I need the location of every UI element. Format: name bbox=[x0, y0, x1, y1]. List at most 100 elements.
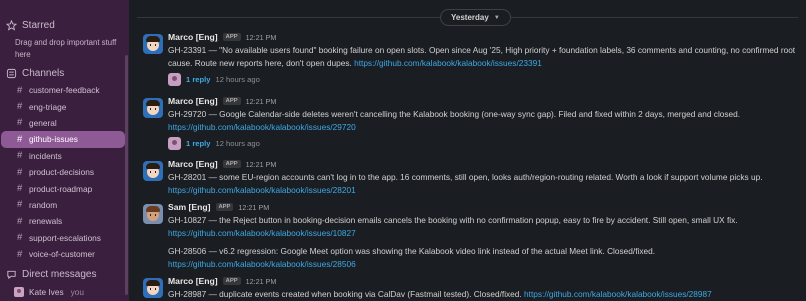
message-header: Marco [Eng] APP 12:21 PM bbox=[168, 276, 276, 286]
channel-name: customer-feedback bbox=[29, 85, 100, 96]
sidebar-item-voice-of-customer[interactable]: # voice-of-customer bbox=[1, 246, 125, 262]
last-reply-time: 12 hours ago bbox=[215, 139, 260, 148]
channel-hash-icon: # bbox=[17, 183, 23, 195]
last-reply-time: 12 hours ago bbox=[215, 75, 260, 84]
issue-link[interactable]: https://github.com/kalabook/kalabook/iss… bbox=[168, 122, 356, 132]
sidebar-item-support-escalations[interactable]: # support-escalations bbox=[1, 230, 125, 246]
avatar[interactable] bbox=[143, 161, 163, 181]
sidebar-item-random[interactable]: # random bbox=[1, 197, 125, 213]
timestamp[interactable]: 12:21 PM bbox=[238, 203, 269, 212]
timestamp[interactable]: 12:21 PM bbox=[246, 33, 277, 42]
channel-hash-icon: # bbox=[17, 215, 23, 227]
message-text: GH-23391 — "No available users found" bo… bbox=[168, 44, 798, 70]
channel-name: product-decisions bbox=[29, 167, 95, 178]
sidebar-item-renewals[interactable]: # renewals bbox=[1, 213, 125, 229]
sidebar-item-general[interactable]: # general bbox=[1, 115, 125, 131]
author-name[interactable]: Marco [Eng] bbox=[168, 96, 218, 106]
message-pane: Yesterday ▼ Marco [Eng] APP 12:21 PM GH-… bbox=[129, 0, 806, 301]
sidebar-item-product-decisions[interactable]: # product-decisions bbox=[1, 164, 125, 180]
date-divider-label: Yesterday bbox=[451, 13, 489, 22]
direct-messages-label: Direct messages bbox=[22, 269, 97, 280]
thread-replies[interactable]: 1 reply 12 hours ago bbox=[168, 137, 260, 150]
timestamp[interactable]: 12:21 PM bbox=[246, 277, 277, 286]
app-badge: APP bbox=[222, 160, 241, 168]
channel-hash-icon: # bbox=[17, 101, 23, 113]
sidebar: Starred Drag and drop important stuff he… bbox=[0, 0, 129, 301]
starred-hint: Drag and drop important stuff here bbox=[15, 38, 117, 59]
channel-name: general bbox=[29, 117, 57, 128]
channel-hash-icon: # bbox=[17, 248, 23, 260]
channels-section-header[interactable]: Channels bbox=[6, 68, 64, 79]
sidebar-item-incidents[interactable]: # incidents bbox=[1, 148, 125, 164]
app-badge: APP bbox=[215, 203, 234, 211]
issue-link[interactable]: https://github.com/kalabook/kalabook/iss… bbox=[354, 58, 542, 68]
avatar bbox=[14, 287, 24, 297]
issue-link[interactable]: https://github.com/kalabook/kalabook/iss… bbox=[168, 185, 356, 195]
app-badge: APP bbox=[222, 277, 241, 285]
dm-item-kate-ives[interactable]: Kate Ives you bbox=[14, 287, 84, 297]
app-badge: APP bbox=[222, 97, 241, 105]
channel-name: voice-of-customer bbox=[29, 249, 95, 260]
channel-name: product-roadmap bbox=[29, 183, 93, 194]
issue-link[interactable]: https://github.com/kalabook/kalabook/iss… bbox=[524, 289, 712, 299]
avatar[interactable] bbox=[143, 98, 163, 118]
message-text: GH-29720 — Google Calendar-side deletes … bbox=[168, 108, 798, 134]
avatar[interactable] bbox=[143, 278, 163, 298]
channel-name: eng-triage bbox=[29, 101, 67, 112]
timestamp[interactable]: 12:21 PM bbox=[246, 160, 277, 169]
dm-you-tag: you bbox=[70, 287, 84, 297]
message-body: GH-28987 — duplicate events created when… bbox=[168, 289, 522, 299]
message-body: GH-28201 — some EU-region accounts can't… bbox=[168, 172, 763, 182]
channel-hash-icon: # bbox=[17, 232, 23, 244]
message-text: GH-10827 — the Reject button in booking-… bbox=[168, 214, 798, 271]
date-divider-button[interactable]: Yesterday ▼ bbox=[440, 9, 511, 26]
message-text: GH-28201 — some EU-region accounts can't… bbox=[168, 171, 798, 197]
dm-user-name: Kate Ives bbox=[29, 287, 64, 297]
avatar[interactable] bbox=[143, 204, 163, 224]
chevron-down-icon: ▼ bbox=[493, 14, 500, 21]
avatar bbox=[168, 137, 181, 150]
starred-section-header[interactable]: Starred bbox=[6, 20, 55, 31]
starred-label: Starred bbox=[22, 20, 55, 31]
sidebar-scrollbar[interactable] bbox=[125, 55, 128, 295]
author-name[interactable]: Marco [Eng] bbox=[168, 32, 218, 42]
author-name[interactable]: Sam [Eng] bbox=[168, 202, 211, 212]
star-icon bbox=[6, 20, 17, 31]
direct-messages-icon bbox=[7, 270, 16, 280]
reply-count[interactable]: 1 reply bbox=[186, 75, 210, 84]
thread-replies[interactable]: 1 reply 12 hours ago bbox=[168, 73, 260, 86]
channels-label: Channels bbox=[22, 68, 65, 79]
issue-link[interactable]: https://github.com/kalabook/kalabook/iss… bbox=[168, 227, 798, 240]
message-body: GH-29720 — Google Calendar-side deletes … bbox=[168, 109, 741, 119]
message-body: GH-10827 — the Reject button in booking-… bbox=[168, 215, 738, 225]
sidebar-item-github-issues[interactable]: # github-issues bbox=[1, 131, 125, 148]
app-badge: APP bbox=[222, 33, 241, 41]
timestamp[interactable]: 12:21 PM bbox=[246, 97, 277, 106]
channel-name: github-issues bbox=[29, 134, 78, 145]
avatar bbox=[168, 73, 181, 86]
channel-name: random bbox=[29, 199, 58, 210]
avatar[interactable] bbox=[143, 34, 163, 54]
channel-list: # customer-feedback # eng-triage # general # gi… bbox=[0, 82, 126, 262]
author-name[interactable]: Marco [Eng] bbox=[168, 159, 218, 169]
author-name[interactable]: Marco [Eng] bbox=[168, 276, 218, 286]
reply-count[interactable]: 1 reply bbox=[186, 139, 210, 148]
message-header: Sam [Eng] APP 12:21 PM bbox=[168, 202, 269, 212]
message-header: Marco [Eng] APP 12:21 PM bbox=[168, 32, 276, 42]
channel-hash-icon: # bbox=[17, 133, 23, 145]
channel-name: incidents bbox=[29, 150, 62, 161]
channel-hash-icon: # bbox=[17, 150, 23, 162]
channel-hash-icon: # bbox=[17, 84, 23, 96]
issue-link[interactable]: https://github.com/kalabook/kalabook/iss… bbox=[168, 258, 798, 271]
channel-hash-icon: # bbox=[17, 199, 23, 211]
channel-name: support-escalations bbox=[29, 232, 101, 243]
sidebar-item-product-roadmap[interactable]: # product-roadmap bbox=[1, 180, 125, 196]
direct-messages-section-header[interactable]: Direct messages bbox=[6, 269, 96, 280]
sidebar-item-eng-triage[interactable]: # eng-triage bbox=[1, 98, 125, 114]
sidebar-item-customer-feedback[interactable]: # customer-feedback bbox=[1, 82, 125, 98]
message-header: Marco [Eng] APP 12:21 PM bbox=[168, 96, 276, 106]
channel-hash-icon: # bbox=[17, 166, 23, 178]
message-text: GH-28987 — duplicate events created when… bbox=[168, 288, 798, 301]
channel-name: renewals bbox=[29, 216, 63, 227]
channel-hash-icon: # bbox=[17, 117, 23, 129]
